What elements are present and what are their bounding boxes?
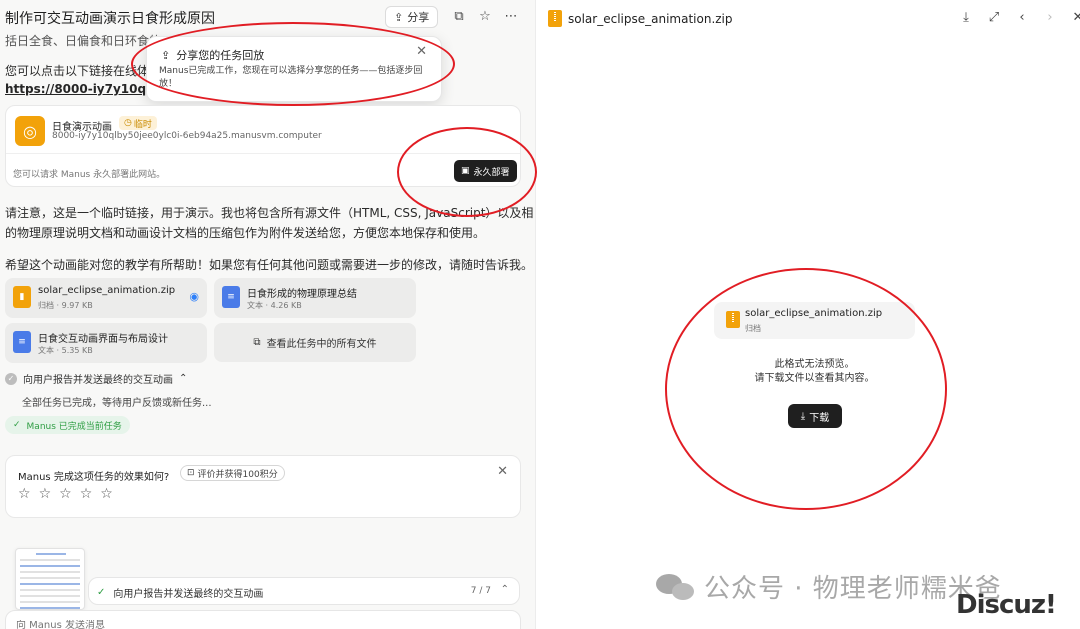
share-label: 分享 bbox=[407, 11, 430, 24]
popup-description: Manus已完成工作，您现在可以选择分享您的任务——包括逐步回放！ bbox=[159, 66, 423, 89]
note-text: 请注意，这是一个临时链接，用于演示。我也将包含所有源文件（HTML, CSS, … bbox=[5, 206, 534, 220]
preview-file-name: solar_eclipse_animation.zip bbox=[745, 308, 883, 319]
check-circle-icon: ✓ bbox=[5, 372, 17, 385]
star-icon[interactable]: ☆ bbox=[477, 8, 493, 24]
star-icon[interactable]: ☆ bbox=[18, 486, 31, 502]
rating-question: Manus 完成这项任务的效果如何? bbox=[18, 472, 170, 483]
attachment-doc-physics[interactable]: ≡ 日食形成的物理原理总结 文本 · 4.26 KB bbox=[214, 278, 416, 318]
star-icon[interactable]: ☆ bbox=[80, 486, 93, 502]
preview-file-card: solar_eclipse_animation.zip 归档 bbox=[714, 302, 915, 339]
truncated-message-line: 括日全食、日偏食和日环食的 bbox=[5, 34, 162, 48]
link-intro-text: 您可以点击以下链接在线体 bbox=[5, 64, 150, 78]
download-icon[interactable]: ⤓ bbox=[959, 10, 973, 25]
rating-card: Manus 完成这项任务的效果如何? ⊡ 评价并获得100积分 ✕ ☆ ☆ ☆ … bbox=[5, 455, 521, 518]
doc-file-icon: ≡ bbox=[13, 331, 31, 353]
share-icon: ⇪ bbox=[394, 10, 404, 24]
star-icon[interactable]: ☆ bbox=[39, 486, 52, 502]
step-status[interactable]: ✓ 向用户报告并发送最终的交互动画 ⌃ bbox=[5, 371, 187, 386]
zip-file-icon bbox=[726, 311, 740, 328]
step-label: 向用户报告并发送最终的交互动画 bbox=[23, 375, 173, 386]
rate-reward-pill[interactable]: ⊡ 评价并获得100积分 bbox=[180, 465, 285, 481]
task-header: 制作可交互动画演示日食形成原因 ⇪ 分享 ⧉ ☆ ⋯ bbox=[0, 0, 534, 34]
download-button[interactable]: ⤓ 下载 bbox=[788, 404, 842, 428]
website-card[interactable]: ◎ 日食演示动画 ◷ 临时 8000-iy7y10qlby50jee0ylc0i… bbox=[5, 105, 521, 187]
preview-file-kind: 归档 bbox=[745, 324, 761, 333]
chevron-up-icon: ⌃ bbox=[179, 373, 188, 384]
check-icon: ✓ bbox=[97, 587, 106, 598]
wechat-watermark: 公众号 · 物理老师糯米爸 bbox=[656, 568, 1002, 605]
site-url: 8000-iy7y10qlby50jee0ylc0i-6eb94a25.manu… bbox=[52, 131, 322, 141]
zip-file-icon: ▮ bbox=[13, 286, 31, 308]
wechat-logo-icon bbox=[656, 572, 696, 602]
clock-icon: ◷ bbox=[124, 118, 132, 128]
deploy-icon: ▣ bbox=[461, 166, 470, 176]
deploy-note: 您可以请求 Manus 永久部署此网站。 bbox=[13, 170, 166, 180]
message-input[interactable] bbox=[16, 620, 416, 629]
gift-icon: ⊡ bbox=[187, 468, 195, 478]
close-icon[interactable]: ✕ bbox=[1071, 10, 1080, 25]
temporary-badge: ◷ 临时 bbox=[119, 116, 157, 130]
preview-title: solar_eclipse_animation.zip bbox=[548, 10, 733, 27]
copy-icon[interactable]: ⧉ bbox=[451, 8, 467, 24]
sub-status-text: 全部任务已完成，等待用户反馈或新任务... bbox=[22, 398, 212, 409]
attachment-zip[interactable]: ▮ solar_eclipse_animation.zip 归档 · 9.97 … bbox=[5, 278, 207, 318]
screen-thumbnail[interactable] bbox=[15, 548, 85, 610]
chat-panel: 制作可交互动画演示日食形成原因 ⇪ 分享 ⧉ ☆ ⋯ 括日全食、日偏食和日环食的… bbox=[0, 0, 534, 629]
task-complete-badge: ✓ Manus 已完成当前任务 bbox=[5, 416, 130, 434]
doc-file-icon: ≡ bbox=[222, 286, 240, 308]
star-icon[interactable]: ☆ bbox=[59, 486, 72, 502]
closing-text: 希望这个动画能对您的教学有所帮助！如果您有任何其他问题或需要进一步的修改，请随时… bbox=[5, 258, 534, 272]
permanent-deploy-button[interactable]: ▣ 永久部署 bbox=[454, 160, 517, 182]
share-button[interactable]: ⇪ 分享 bbox=[385, 6, 439, 28]
globe-icon: ◎ bbox=[15, 116, 45, 146]
popup-title: 分享您的任务回放 bbox=[176, 49, 265, 62]
file-preview-panel: solar_eclipse_animation.zip ⤓ ⤢ ‹ › ✕ so… bbox=[535, 0, 1080, 629]
attachment-doc-design[interactable]: ≡ 日食交互动画界面与布局设计 文本 · 5.35 KB bbox=[5, 323, 207, 363]
star-icon[interactable]: ☆ bbox=[100, 486, 113, 502]
no-preview-message: 此格式无法预览。 请下载文件以查看其内容。 bbox=[754, 359, 875, 384]
more-icon[interactable]: ⋯ bbox=[503, 8, 519, 24]
chevron-right-icon[interactable]: › bbox=[1043, 10, 1057, 25]
share-replay-popup: ⇪ 分享您的任务回放 Manus已完成工作，您现在可以选择分享您的任务——包括逐… bbox=[146, 36, 442, 102]
task-progress-bar[interactable]: ✓ 向用户报告并发送最终的交互动画 7 / 7 ⌃ bbox=[88, 577, 520, 605]
star-rating[interactable]: ☆ ☆ ☆ ☆ ☆ bbox=[18, 486, 113, 502]
discuz-watermark: Discuz! bbox=[956, 590, 1057, 620]
zip-file-icon bbox=[548, 10, 562, 27]
note-text-2: 的物理原理说明文档和动画设计文档的压缩包作为附件发送给您，方便您本地保存和使用。 bbox=[5, 226, 486, 240]
divider bbox=[6, 153, 520, 154]
message-composer[interactable] bbox=[5, 610, 521, 629]
eye-icon[interactable]: ◉ bbox=[189, 290, 199, 303]
chevron-left-icon[interactable]: ‹ bbox=[1015, 10, 1029, 25]
close-icon[interactable]: ✕ bbox=[497, 464, 508, 479]
files-icon: ⧉ bbox=[253, 337, 261, 348]
expand-icon[interactable]: ⤢ bbox=[987, 10, 1001, 25]
chevron-up-icon[interactable]: ⌃ bbox=[501, 584, 509, 595]
close-icon[interactable]: ✕ bbox=[416, 44, 427, 59]
download-icon: ⤓ bbox=[800, 410, 806, 422]
progress-label: 向用户报告并发送最终的交互动画 bbox=[113, 589, 264, 600]
check-icon: ✓ bbox=[13, 420, 21, 430]
task-title: 制作可交互动画演示日食形成原因 bbox=[5, 11, 215, 27]
progress-count: 7 / 7 bbox=[470, 586, 491, 596]
share-icon: ⇪ bbox=[161, 48, 171, 62]
view-all-files-button[interactable]: ⧉ 查看此任务中的所有文件 bbox=[214, 323, 416, 362]
